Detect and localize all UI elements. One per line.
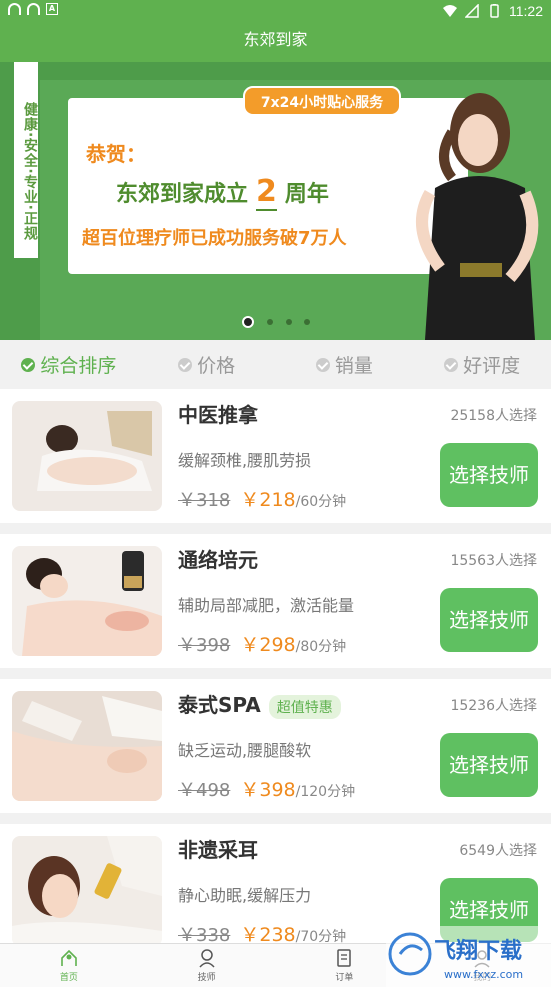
carousel-dot-2[interactable] [267, 319, 273, 325]
sort-rating-label: 好评度 [463, 355, 521, 377]
sort-sales[interactable]: 销量 [276, 340, 414, 389]
current-price: ￥298 [240, 634, 296, 656]
carousel-dot-1[interactable] [242, 316, 254, 328]
signal-icon [465, 4, 479, 18]
service-price-row: ￥498 ￥398/120分钟 [178, 775, 355, 802]
banner-service-pill: 7x24小时贴心服务 [243, 86, 401, 116]
nav-orders-label: 订单 [335, 973, 354, 983]
select-technician-button[interactable]: 选择技师 [440, 443, 538, 507]
home-icon [61, 949, 77, 966]
service-card-tongluo[interactable]: 通络培元 辅助局部减肥，激活能量 ￥398 ￥298/80分钟 15563人选择 … [0, 534, 551, 668]
current-price: ￥398 [240, 779, 296, 801]
wifi-icon [443, 5, 457, 17]
check-circle-icon [178, 357, 193, 372]
banner-service-count-line: 超百位理疗师已成功服务破7万人 [82, 228, 347, 249]
service-price-row: ￥398 ￥298/80分钟 [178, 630, 346, 657]
service-subtitle: 静心助眠,缓解压力 [178, 886, 312, 905]
nav-home-label: 首页 [59, 973, 78, 983]
notification-box-icon: A [46, 3, 58, 15]
watermark-text: 飞翔下载 [434, 938, 522, 964]
status-time: 11:22 [509, 3, 543, 19]
original-price: ￥318 [178, 490, 231, 511]
sort-price-label: 价格 [197, 355, 236, 377]
check-circle-icon [21, 357, 36, 372]
discount-badge: 超值特惠 [268, 694, 341, 719]
service-title-text: 中医推拿 [178, 403, 258, 427]
service-title: 通络培元 [178, 544, 258, 573]
status-bar: A 11:22 [0, 0, 551, 22]
select-technician-button[interactable]: 选择技师 [440, 733, 538, 797]
watermark-url: www.fxxz.com [444, 968, 523, 981]
selection-count: 15236人选择 [450, 698, 537, 714]
service-subtitle: 缓解颈椎,腰肌劳损 [178, 451, 312, 470]
sort-sales-label: 销量 [334, 355, 373, 377]
banner-vertical-tag: 健康·安全·专业·正规 [14, 62, 38, 258]
price-unit: /80分钟 [295, 639, 347, 655]
banner-line1-suffix: 周年 [284, 182, 329, 207]
banner-anniversary-line: 东郊到家成立 2 周年 [116, 174, 329, 211]
nav-technician[interactable]: 技师 [138, 944, 276, 987]
promo-banner[interactable]: 健康·安全·专业·正规 7x24小时贴心服务 恭贺： 东郊到家成立 2 周年 超百位… [0, 62, 551, 340]
selection-count: 6549人选择 [459, 843, 537, 859]
service-title: 泰式SPA 超值特惠 [178, 689, 341, 719]
service-thumbnail-tongluo [12, 546, 162, 656]
nav-home[interactable]: 首页 [0, 944, 138, 987]
service-price-row: ￥318 ￥218/60分钟 [178, 485, 346, 512]
service-card-thai-spa[interactable]: 泰式SPA 超值特惠 缺乏运动,腰腿酸软 ￥498 ￥398/120分钟 15236… [0, 679, 551, 813]
sort-comprehensive[interactable]: 综合排序 [0, 340, 138, 389]
service-title: 中医推拿 [178, 399, 258, 428]
sort-comprehensive-label: 综合排序 [40, 355, 117, 377]
notification-a-icon [8, 3, 21, 15]
service-title-text: 泰式SPA [178, 693, 261, 717]
banner-line1-number: 2 [256, 174, 277, 211]
service-subtitle: 辅助局部减肥，激活能量 [178, 596, 355, 615]
page-title: 东郊到家 [243, 30, 308, 49]
service-thumbnail-tuina [12, 401, 162, 511]
check-circle-icon [444, 357, 459, 372]
service-thumbnail-ear-cleaning [12, 836, 162, 946]
battery-icon [490, 4, 499, 18]
notification-a-icon-2 [27, 3, 40, 15]
original-price: ￥398 [178, 635, 231, 656]
current-price: ￥218 [240, 489, 296, 511]
price-unit: /120分钟 [295, 784, 356, 800]
carousel-dot-4[interactable] [304, 319, 310, 325]
sort-bar: 综合排序 价格 销量 好评度 [0, 340, 551, 389]
selection-count: 25158人选择 [450, 408, 537, 424]
price-unit: /60分钟 [295, 494, 347, 510]
service-subtitle: 缺乏运动,腰腿酸软 [178, 741, 312, 760]
sort-rating[interactable]: 好评度 [413, 340, 551, 389]
banner-therapist-image [416, 93, 539, 340]
original-price: ￥498 [178, 780, 231, 801]
banner-congrats: 恭贺： [86, 142, 146, 166]
site-watermark: 飞翔下载 www.fxxz.com [386, 926, 551, 987]
app-header: 东郊到家 [0, 22, 551, 62]
service-title-text: 非遗采耳 [178, 838, 258, 862]
carousel-dot-3[interactable] [286, 319, 292, 325]
check-circle-icon [315, 357, 330, 372]
service-title: 非遗采耳 [178, 834, 258, 863]
carousel-indicator[interactable] [0, 315, 551, 329]
technician-icon [199, 949, 215, 968]
orders-icon [337, 949, 352, 967]
service-thumbnail-thai-spa [12, 691, 162, 801]
service-title-text: 通络培元 [178, 548, 258, 572]
banner-line1-prefix: 东郊到家成立 [116, 182, 249, 207]
selection-count: 15563人选择 [450, 553, 537, 569]
sort-price[interactable]: 价格 [138, 340, 276, 389]
service-card-tuina[interactable]: 中医推拿 缓解颈椎,腰肌劳损 ￥318 ￥218/60分钟 25158人选择 选择… [0, 389, 551, 523]
nav-technician-label: 技师 [197, 973, 216, 983]
select-technician-button[interactable]: 选择技师 [440, 588, 538, 652]
